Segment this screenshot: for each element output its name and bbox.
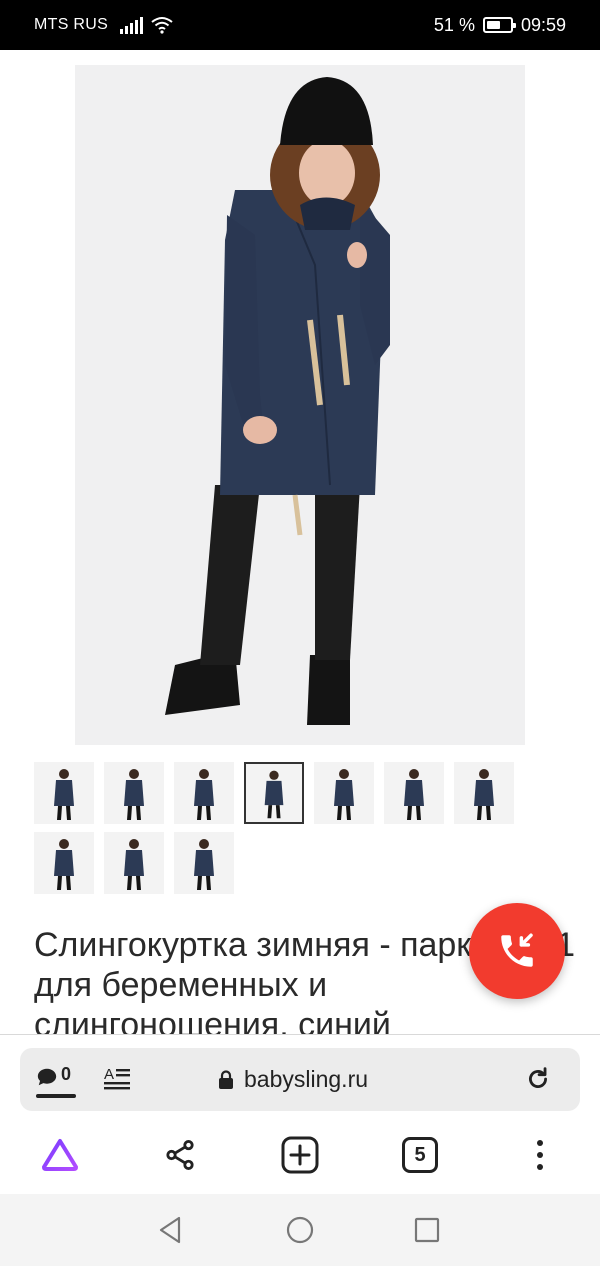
product-thumbnail[interactable] [174,762,234,824]
browser-bottom-bar: 0 A babysling.ru 5 [0,1034,600,1194]
domain-text: babysling.ru [244,1066,369,1092]
thumbnail-image [314,762,374,824]
address-bar[interactable]: 0 A babysling.ru [20,1048,580,1111]
thumbnail-image [104,762,164,824]
product-thumbnail[interactable] [34,762,94,824]
product-thumbnail[interactable] [104,832,164,894]
signal-icon [120,16,144,34]
more-vertical-icon [537,1140,543,1170]
back-icon[interactable] [155,1214,187,1246]
svg-text:A: A [104,1066,114,1083]
product-thumbnail[interactable] [454,762,514,824]
alice-assistant-icon [42,1139,78,1171]
tabs-button[interactable]: 5 [395,1125,445,1185]
comment-icon [37,1068,57,1086]
thumbnail-image [34,762,94,824]
thumbnail-image [384,762,444,824]
home-icon[interactable] [284,1214,316,1246]
browser-toolbar: 5 [0,1125,600,1185]
product-main-image[interactable] [75,65,525,745]
battery-percent: 51 % [433,14,475,35]
url-display[interactable]: babysling.ru [218,1066,368,1093]
battery-icon [482,17,516,33]
product-thumbnail[interactable] [174,832,234,894]
thumbnail-image [174,762,234,824]
product-thumbnail[interactable] [384,762,444,824]
share-icon [166,1139,194,1171]
new-tab-button[interactable] [275,1125,325,1185]
status-bar: MTS RUS 51 % 09:59 [0,0,600,50]
share-button[interactable] [155,1125,205,1185]
reader-mode-icon[interactable]: A [104,1066,132,1092]
product-thumbnail[interactable] [34,832,94,894]
phone-incoming-icon [501,933,533,967]
product-thumbnail[interactable] [314,762,374,824]
tabs-count: 5 [402,1137,438,1173]
wifi-icon [151,17,173,34]
carrier-name: MTS RUS [34,16,109,33]
system-nav-bar [0,1194,600,1266]
clock: 09:59 [520,14,566,35]
lock-icon [219,1069,233,1089]
comments-button[interactable]: 0 [36,1064,78,1098]
thumbnail-image [34,832,94,894]
product-thumbnail[interactable] [244,762,304,824]
thumbnail-image [246,764,302,822]
callback-button[interactable] [469,903,565,999]
comments-underline [36,1094,76,1098]
recents-icon[interactable] [411,1214,443,1246]
thumbnail-image [454,762,514,824]
product-thumbnail[interactable] [104,762,164,824]
alice-button[interactable] [35,1125,85,1185]
product-photo [75,65,525,745]
reload-icon[interactable] [525,1066,551,1092]
thumbnail-image [104,832,164,894]
thumbnail-image [174,832,234,894]
menu-button[interactable] [515,1125,565,1185]
new-tab-plus-icon [281,1136,319,1174]
comments-count: 0 [61,1064,72,1084]
